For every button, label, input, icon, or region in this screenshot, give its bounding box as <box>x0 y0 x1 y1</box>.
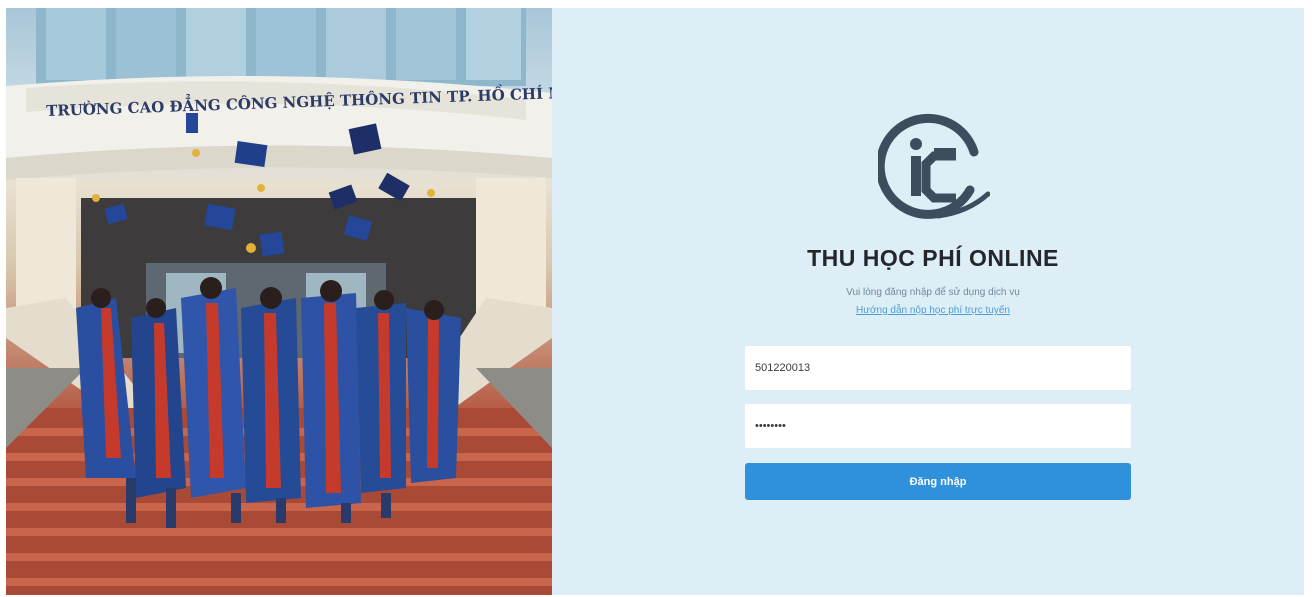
itc-logo-icon <box>875 112 991 224</box>
login-page: TRƯỜNG CAO ĐẲNG CÔNG NGHỆ THÔNG TIN TP. … <box>0 0 1312 597</box>
login-panel: THU HỌC PHÍ ONLINE Vui lòng đăng nhập để… <box>552 8 1304 595</box>
login-subtitle: Vui lòng đăng nhập để sử dụng dịch vụ <box>846 287 1020 298</box>
page-title: THU HỌC PHÍ ONLINE <box>807 245 1059 271</box>
graduation-photo-illustration: TRƯỜNG CAO ĐẲNG CÔNG NGHỆ THÔNG TIN TP. … <box>6 8 552 595</box>
login-button[interactable]: Đăng nhập <box>745 463 1131 500</box>
payment-guide-link[interactable]: Hướng dẫn nộp học phí trực tuyến <box>552 305 1312 316</box>
graduation-photo: TRƯỜNG CAO ĐẲNG CÔNG NGHỆ THÔNG TIN TP. … <box>6 8 552 595</box>
username-input[interactable] <box>745 346 1131 390</box>
password-input[interactable] <box>745 404 1131 448</box>
